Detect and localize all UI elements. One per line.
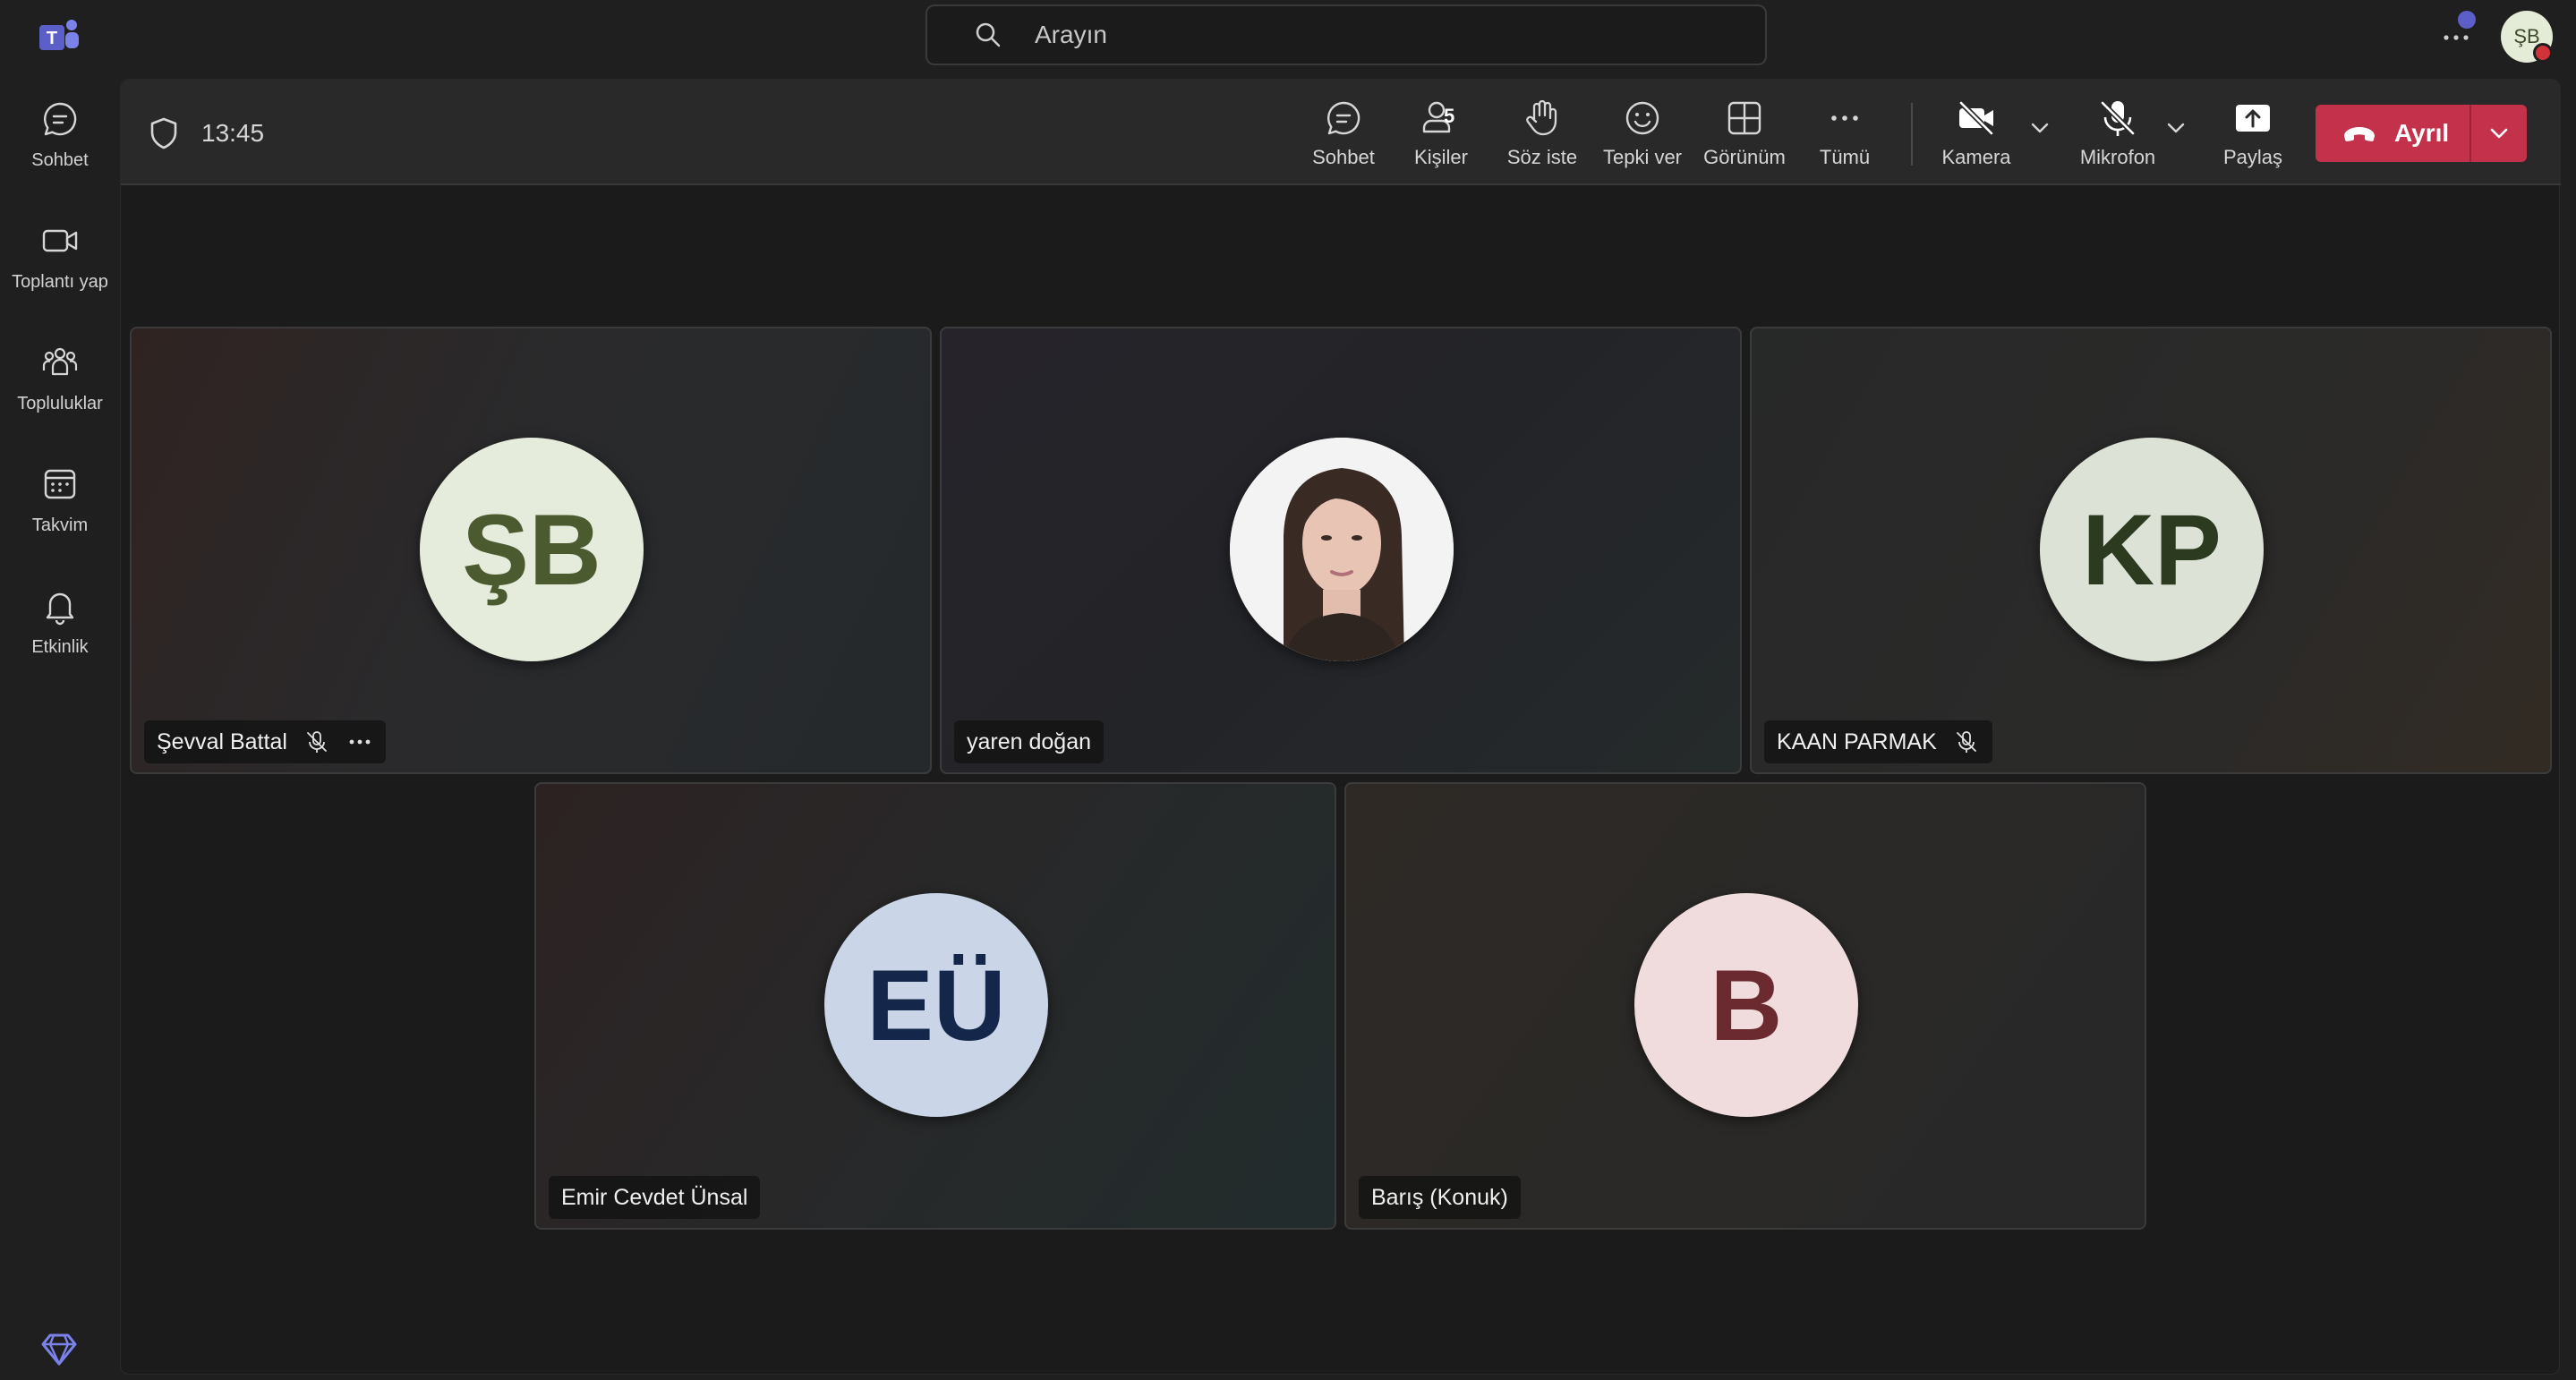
participant-nameplate: Barış (Konuk)	[1359, 1176, 1521, 1219]
participant-name: yaren doğan	[967, 728, 1092, 754]
participant-tile[interactable]: KP KAAN PARMAK	[1750, 327, 2552, 774]
participant-tile[interactable]: EÜ Emir Cevdet Ünsal	[534, 782, 1336, 1230]
participant-nameplate: Şevval Battal	[144, 720, 386, 763]
participant-name: KAAN PARMAK	[1777, 728, 1937, 754]
meeting-stage: 13:45 Sohbet 5 Kişiler Söz iste Tepki ve…	[120, 79, 2561, 1375]
more-options-icon	[1831, 115, 1858, 121]
participant-avatar: ŞB	[420, 438, 644, 661]
camera-off-icon	[1958, 100, 1994, 136]
share-label: Paylaş	[2222, 146, 2283, 168]
participant-avatar: KP	[2040, 438, 2264, 661]
rail-label: Sohbet	[31, 150, 89, 170]
toolbar-divider	[1911, 103, 1913, 166]
rail-item-meet[interactable]: Toplantı yap	[0, 200, 120, 308]
camera-button[interactable]: Kamera	[1932, 96, 2020, 175]
microphone-label: Mikrofon	[2079, 146, 2156, 168]
leave-button[interactable]: Ayrıl	[2316, 105, 2469, 162]
participant-avatar: B	[1634, 893, 1858, 1117]
presence-status-badge	[2533, 43, 2553, 63]
rail-item-calendar[interactable]: Takvim	[0, 444, 120, 551]
rail-item-chat[interactable]: Sohbet	[0, 79, 120, 186]
people-button-label: Kişiler	[1414, 146, 1468, 168]
svg-text:T: T	[47, 29, 57, 48]
participant-tile[interactable]: B Barış (Konuk)	[1344, 782, 2146, 1230]
more-button[interactable]: Tümü	[1807, 96, 1882, 175]
premium-diamond-icon[interactable]	[39, 1330, 79, 1369]
share-button[interactable]: Paylaş	[2212, 96, 2294, 175]
microphone-off-icon	[2100, 100, 2136, 136]
search-placeholder: Arayın	[1035, 21, 1107, 48]
microphone-button[interactable]: Mikrofon	[2068, 96, 2167, 175]
react-button[interactable]: Tepki ver	[1596, 96, 1689, 175]
participant-nameplate: yaren doğan	[954, 720, 1105, 763]
camera-label: Kamera	[1941, 146, 2011, 168]
more-label: Tümü	[1819, 146, 1871, 168]
participant-tile[interactable]: ŞB Şevval Battal	[130, 327, 932, 774]
share-screen-icon	[2236, 105, 2270, 132]
participant-nameplate: Emir Cevdet Ünsal	[549, 1176, 761, 1219]
microphone-muted-icon	[307, 731, 327, 753]
microphone-muted-icon	[1956, 731, 1976, 753]
rail-label: Etkinlik	[31, 637, 89, 657]
rail-label: Toplantı yap	[12, 272, 108, 292]
participant-name: Şevval Battal	[157, 728, 287, 754]
smiley-icon	[1625, 101, 1659, 135]
leave-label: Ayrıl	[2394, 119, 2450, 147]
chat-icon	[43, 102, 77, 136]
participant-tile[interactable]: yaren doğan	[940, 327, 1742, 774]
chevron-down-icon	[2490, 128, 2508, 139]
participant-avatar: EÜ	[824, 893, 1048, 1117]
chat-button-label: Sohbet	[1312, 146, 1375, 168]
meeting-timer: 13:45	[201, 119, 265, 147]
participant-nameplate: KAAN PARMAK	[1764, 720, 1992, 763]
rail-label: Takvim	[31, 515, 89, 535]
hang-up-icon	[2344, 127, 2375, 141]
chat-button[interactable]: Sohbet	[1301, 96, 1386, 175]
more-options-icon[interactable]	[346, 728, 373, 755]
participant-name: Emir Cevdet Ünsal	[561, 1184, 748, 1210]
leave-button-group: Ayrıl	[2316, 105, 2527, 162]
rail-item-activity[interactable]: Etkinlik	[0, 566, 120, 673]
app-rail: Sohbet Toplantı yap Topluluklar Takvim E…	[0, 79, 120, 1380]
react-label: Tepki ver	[1602, 146, 1683, 168]
participant-photo	[1230, 438, 1454, 661]
teams-logo-icon[interactable]: T	[36, 14, 82, 61]
top-bar: T Arayın ŞB	[0, 0, 2576, 79]
people-count: 5	[1444, 105, 1455, 127]
notification-dot	[2458, 11, 2476, 29]
video-icon	[42, 229, 78, 252]
people-icon	[1422, 101, 1451, 133]
people-button[interactable]: 5 Kişiler	[1401, 96, 1481, 175]
leave-options-button[interactable]	[2471, 105, 2527, 162]
search-box[interactable]: Arayın	[925, 4, 1767, 65]
view-button[interactable]: Görünüm	[1696, 96, 1793, 175]
rail-label: Topluluklar	[17, 394, 103, 413]
meeting-toolbar: 13:45 Sohbet 5 Kişiler Söz iste Tepki ve…	[121, 80, 2561, 185]
chat-icon	[1326, 101, 1361, 135]
communities-icon	[42, 347, 78, 376]
participant-name: Barış (Konuk)	[1371, 1184, 1508, 1210]
chevron-down-icon[interactable]	[2163, 115, 2188, 141]
view-label: Görünüm	[1703, 146, 1786, 168]
calendar-icon	[44, 469, 76, 499]
shield-icon[interactable]	[146, 115, 182, 151]
rail-item-communities[interactable]: Topluluklar	[0, 322, 120, 430]
raise-hand-label: Söz iste	[1506, 146, 1578, 168]
grid-view-icon	[1727, 101, 1761, 135]
raise-hand-button[interactable]: Söz iste	[1496, 96, 1589, 175]
bell-icon	[46, 592, 74, 626]
chevron-down-icon[interactable]	[2027, 115, 2052, 141]
search-icon	[976, 22, 1001, 47]
raise-hand-icon	[1526, 99, 1557, 136]
